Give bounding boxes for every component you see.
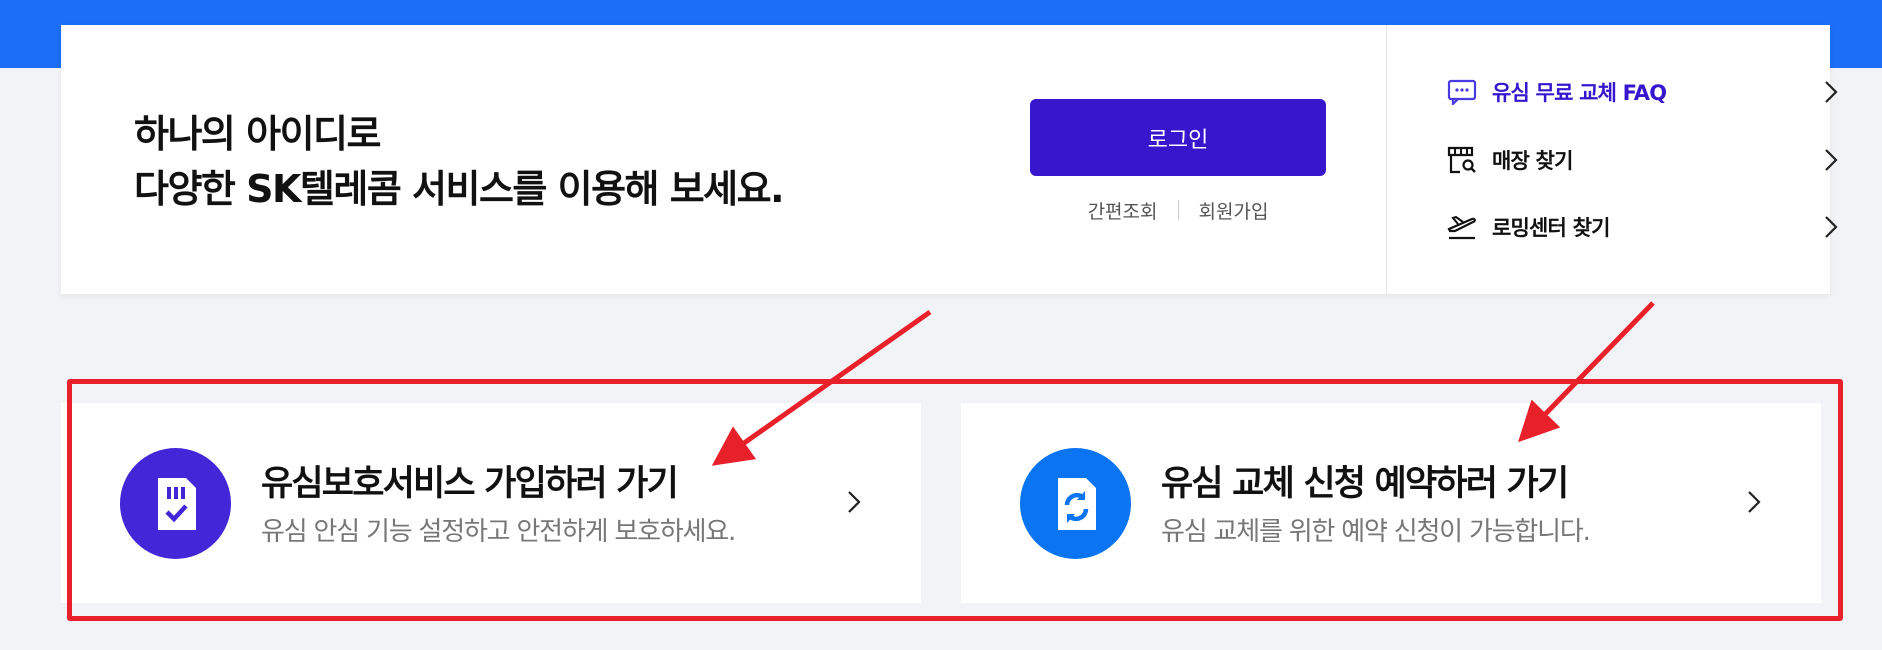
chevron-right-icon: [847, 490, 861, 518]
service-card-usim-replacement[interactable]: 유심 교체 신청 예약하러 가기 유심 교체를 위한 예약 신청이 가능합니다.: [961, 403, 1821, 603]
side-link-store-finder[interactable]: 매장 찾기: [1446, 140, 1838, 180]
service-title: 유심 교체 신청 예약하러 가기: [1161, 464, 1569, 504]
service-description: 유심 교체를 위한 예약 신청이 가능합니다.: [1161, 517, 1591, 547]
login-card: 하나의 아이디로 다양한 SK텔레콤 서비스를 이용해 보세요. 로그인 간편조…: [61, 25, 1838, 294]
service-title: 유심보호서비스 가입하러 가기: [261, 464, 679, 504]
side-link-usim-faq[interactable]: 유심 무료 교체 FAQ: [1446, 72, 1838, 112]
sub-links: 간편조회 회원가입: [1030, 195, 1326, 225]
side-link-label: 유심 무료 교체 FAQ: [1492, 81, 1667, 105]
side-link-roaming-center[interactable]: 로밍센터 찾기: [1446, 207, 1838, 247]
chevron-right-icon: [1824, 148, 1838, 176]
headline-line-1: 하나의 아이디로: [134, 112, 381, 156]
login-button[interactable]: 로그인: [1030, 99, 1326, 176]
service-card-usim-protection[interactable]: 유심보호서비스 가입하러 가기 유심 안심 기능 설정하고 안전하게 보호하세요…: [61, 403, 921, 603]
side-link-label: 매장 찾기: [1492, 149, 1573, 173]
side-link-label: 로밍센터 찾기: [1492, 216, 1610, 240]
faq-chat-icon: [1446, 76, 1478, 108]
divider: [1177, 200, 1179, 220]
store-search-icon: [1446, 144, 1478, 176]
chevron-right-icon: [1824, 215, 1838, 243]
quick-lookup-link[interactable]: 간편조회: [1088, 197, 1158, 224]
side-divider: [1386, 25, 1387, 294]
service-description: 유심 안심 기능 설정하고 안전하게 보호하세요.: [261, 517, 736, 547]
usim-check-icon: [120, 448, 231, 559]
chevron-right-icon: [1824, 80, 1838, 108]
chevron-right-icon: [1747, 490, 1761, 518]
airplane-icon: [1446, 211, 1478, 243]
signup-link[interactable]: 회원가입: [1199, 197, 1269, 224]
usim-refresh-icon: [1020, 448, 1131, 559]
headline-line-2: 다양한 SK텔레콤 서비스를 이용해 보세요.: [134, 167, 785, 211]
headline: 하나의 아이디로 다양한 SK텔레콤 서비스를 이용해 보세요.: [134, 107, 785, 217]
